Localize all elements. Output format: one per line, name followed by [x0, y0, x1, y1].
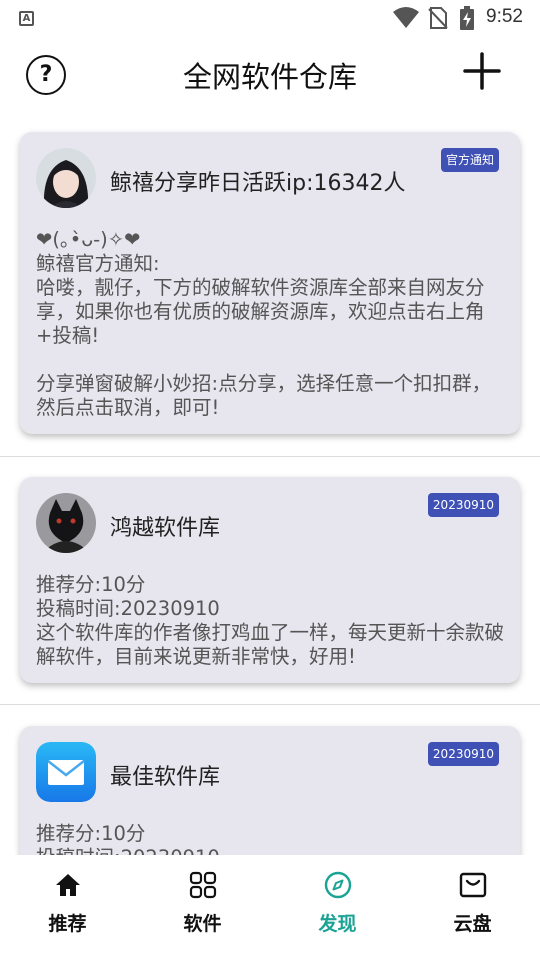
clock: 9:52 — [486, 6, 523, 27]
add-submission-button[interactable] — [463, 52, 501, 90]
battery-charging-icon — [460, 6, 474, 30]
notice-badge: 官方通知 — [440, 148, 499, 172]
date-badge: 20230910 — [427, 742, 499, 766]
software-repo-feed[interactable]: 鲸禧分享昨日活跃ip:16342人 官方通知 ❤(｡•̀ᴗ-)✧❤ 鲸禧官方通知… — [0, 110, 540, 855]
repo-name: 鲸禧分享昨日活跃ip:16342人 — [110, 171, 406, 196]
app-header: ? 全网软件仓库 — [0, 40, 540, 110]
date-badge: 20230910 — [427, 493, 499, 517]
grid-icon — [189, 871, 216, 899]
repo-card[interactable]: 最佳软件库 20230910 推荐分:10分 投稿时间:20230910 这是一… — [20, 726, 520, 855]
nav-tab-software[interactable]: 软件 — [135, 869, 270, 936]
status-bar: A 9:52 — [0, 0, 540, 36]
feed-item: 鸿越软件库 20230910 推荐分:10分 投稿时间:20230910 这个软… — [0, 457, 540, 705]
feed-item: 鲸禧分享昨日活跃ip:16342人 官方通知 ❤(｡•̀ᴗ-)✧❤ 鲸禧官方通知… — [0, 110, 540, 457]
repo-name: 鸿越软件库 — [110, 516, 221, 541]
inbox-icon — [459, 872, 486, 898]
repo-description: 推荐分:10分 投稿时间:20230910 这个软件库的作者像打鸡血了一样，每天… — [36, 573, 505, 668]
nav-label: 软件 — [183, 913, 222, 935]
page-title: 全网软件仓库 — [182, 60, 357, 94]
home-icon — [55, 874, 80, 896]
feed-item: 最佳软件库 20230910 推荐分:10分 投稿时间:20230910 这是一… — [0, 705, 540, 855]
app-notification-icon: A — [19, 11, 34, 26]
nav-label: 发现 — [318, 913, 357, 935]
compass-icon — [324, 871, 351, 899]
avatar — [36, 148, 96, 208]
repo-card[interactable]: 鲸禧分享昨日活跃ip:16342人 官方通知 ❤(｡•̀ᴗ-)✧❤ 鲸禧官方通知… — [20, 132, 520, 434]
repo-card[interactable]: 鸿越软件库 20230910 推荐分:10分 投稿时间:20230910 这个软… — [20, 477, 520, 683]
wifi-icon — [393, 7, 419, 28]
nav-tab-discover[interactable]: 发现 — [270, 869, 405, 936]
nav-tab-cloud-disk[interactable]: 云盘 — [405, 869, 540, 936]
no-sim-icon — [428, 7, 448, 29]
repo-description: 推荐分:10分 投稿时间:20230910 这是一款非常好用的仓库，作者每天都在… — [36, 822, 220, 855]
repo-description: ❤(｡•̀ᴗ-)✧❤ 鲸禧官方通知: 哈喽，靓仔，下方的破解软件资源库全部来自网… — [36, 228, 492, 419]
nav-label: 云盘 — [453, 913, 492, 935]
nav-tab-recommend[interactable]: 推荐 — [0, 869, 135, 936]
bottom-navigation: 推荐 软件 发现 云盘 — [0, 855, 540, 960]
avatar — [36, 493, 96, 553]
mail-app-icon — [36, 742, 96, 802]
nav-label: 推荐 — [48, 913, 87, 935]
repo-name: 最佳软件库 — [110, 765, 221, 790]
